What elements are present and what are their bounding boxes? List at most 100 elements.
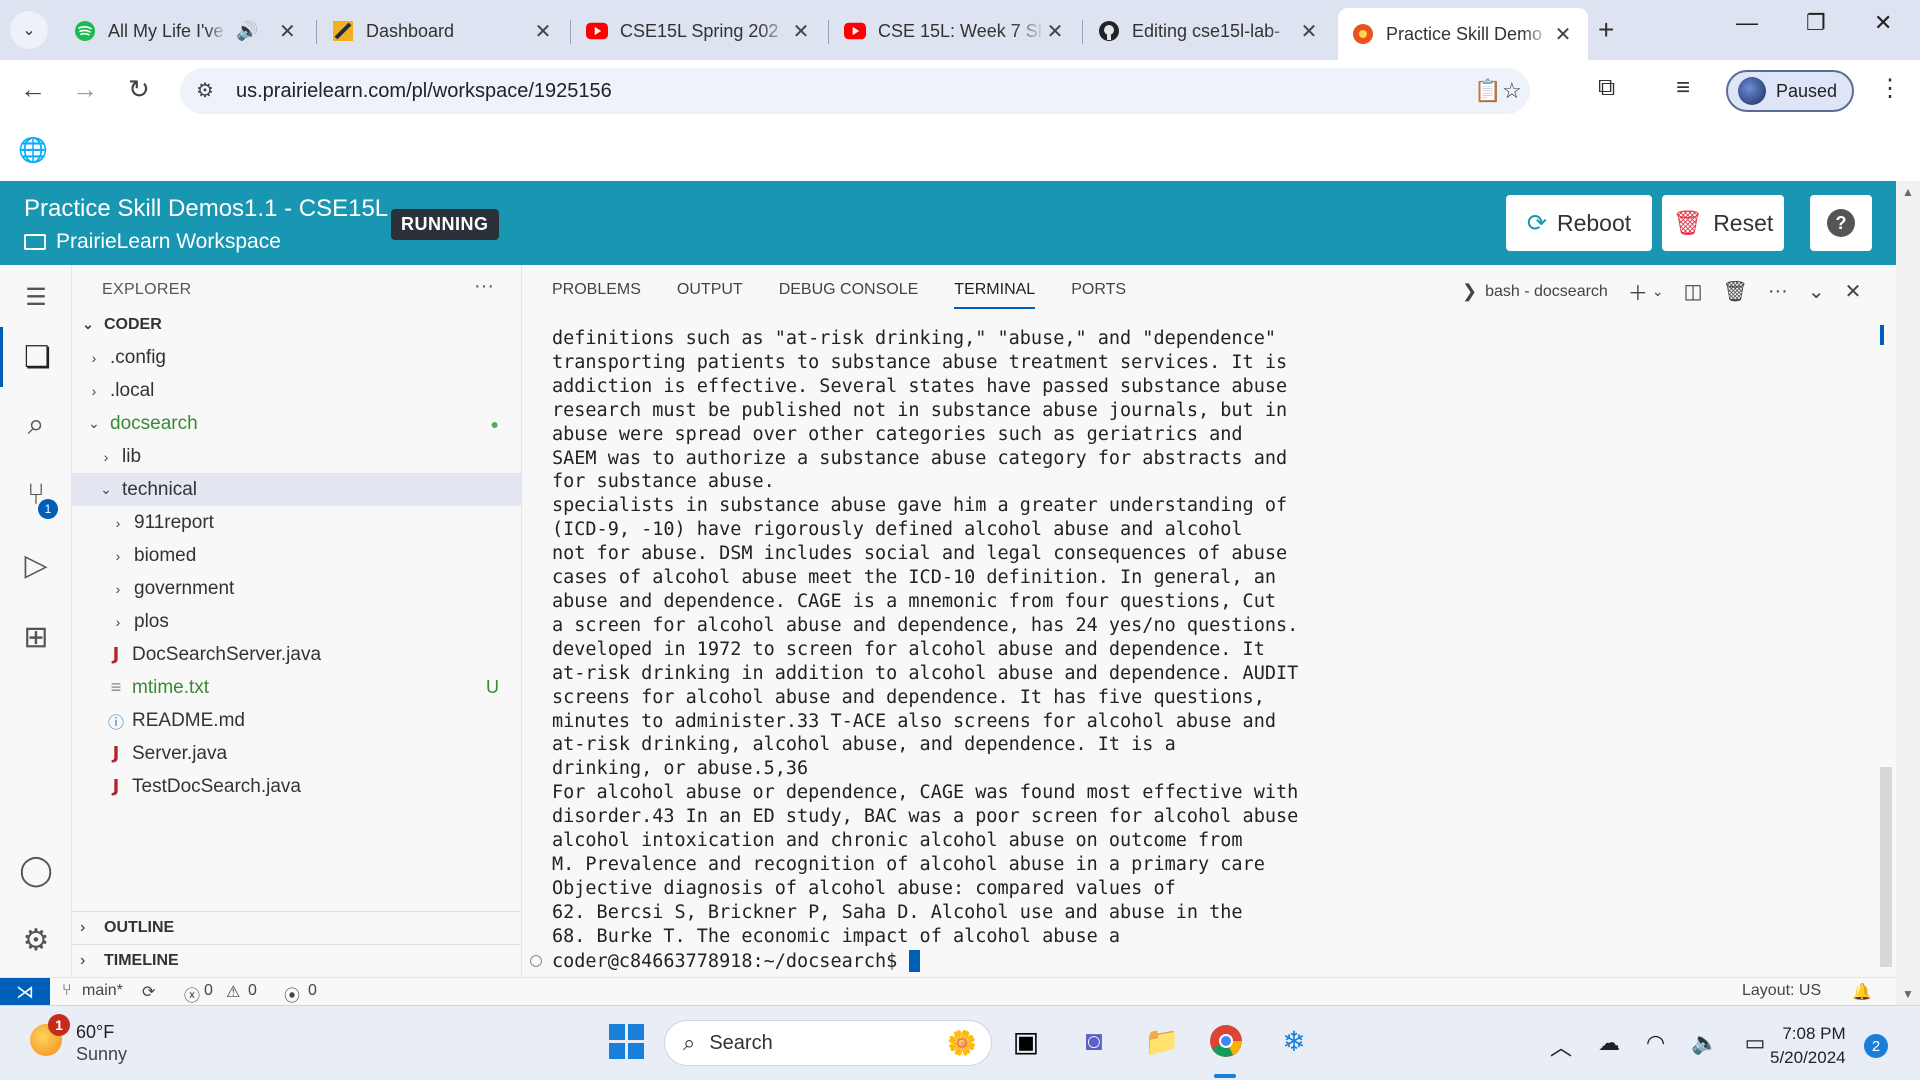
tree-item-file[interactable]: J DocSearchServer.java: [72, 638, 521, 671]
chrome-icon[interactable]: [1206, 1021, 1246, 1061]
globe-icon[interactable]: 🌐: [18, 136, 48, 165]
close-tab-icon[interactable]: ✕: [276, 19, 298, 44]
close-panel-icon[interactable]: ✕: [1845, 279, 1862, 304]
tree-item-folder[interactable]: ⌄ docsearch ●: [72, 407, 521, 440]
restore-button[interactable]: ❐: [1806, 10, 1826, 36]
browser-tab-github[interactable]: Editing cse15l-lab- ✕: [1084, 8, 1334, 54]
tab-ports[interactable]: PORTS: [1071, 281, 1126, 309]
tree-item-file[interactable]: J TestDocSearch.java: [72, 770, 521, 803]
source-control-icon[interactable]: ⑂ 1: [0, 465, 72, 525]
branch-name[interactable]: main*: [82, 982, 123, 1000]
task-view-icon[interactable]: ▣: [1006, 1021, 1046, 1061]
new-terminal-icon[interactable]: ＋: [1628, 277, 1648, 306]
address-bar[interactable]: ⚙ us.prairielearn.com/pl/workspace/19251…: [180, 68, 1530, 114]
browser-tab-dashboard[interactable]: Dashboard ✕: [318, 8, 568, 54]
minimize-button[interactable]: —: [1736, 10, 1758, 36]
tree-item-folder[interactable]: › lib: [72, 440, 521, 473]
terminal-output[interactable]: definitions such as "at-risk drinking," …: [552, 327, 1298, 949]
back-button[interactable]: ←: [20, 74, 46, 105]
close-tab-icon[interactable]: ✕: [1552, 22, 1574, 47]
tab-output[interactable]: OUTPUT: [677, 281, 743, 309]
extensions-icon[interactable]: ⧉: [1598, 74, 1615, 102]
help-button[interactable]: ?: [1810, 195, 1872, 251]
warning-count[interactable]: 0: [248, 982, 257, 1000]
scroll-up-icon[interactable]: ▲: [1902, 185, 1914, 199]
tree-item-file[interactable]: ⓘ README.md: [72, 704, 521, 737]
tree-item-folder[interactable]: ⌄ technical: [72, 473, 521, 506]
site-info-icon[interactable]: ⚙: [196, 78, 214, 103]
extensions-icon[interactable]: ⊞: [0, 607, 72, 667]
forward-button[interactable]: →: [72, 74, 98, 105]
url-text[interactable]: us.prairielearn.com/pl/workspace/1925156: [236, 80, 612, 103]
battery-icon[interactable]: ▭: [1745, 1030, 1766, 1062]
ports-count[interactable]: 0: [308, 982, 317, 1000]
timeline-section[interactable]: › TIMELINE: [72, 944, 521, 977]
reload-button[interactable]: ↻: [128, 74, 150, 105]
scroll-down-icon[interactable]: ▼: [1902, 987, 1914, 1001]
more-actions-icon[interactable]: ···: [1768, 280, 1788, 303]
notification-badge[interactable]: 2: [1864, 1034, 1888, 1058]
settings-gear-icon[interactable]: ⚙: [0, 910, 72, 970]
new-tab-button[interactable]: +: [1598, 14, 1614, 46]
browser-menu-icon[interactable]: ⋮: [1878, 74, 1902, 103]
bookmark-star-icon[interactable]: ☆: [1502, 78, 1522, 104]
browser-tab-youtube-1[interactable]: CSE15L Spring 202 ✕: [572, 8, 826, 54]
browser-tab-spotify[interactable]: All My Life I've 🔊 ✕: [60, 8, 310, 54]
close-tab-icon[interactable]: ✕: [532, 19, 554, 44]
clock[interactable]: 7:08 PM 5/20/2024: [1770, 1022, 1846, 1070]
tab-problems[interactable]: PROBLEMS: [552, 281, 641, 309]
close-tab-icon[interactable]: ✕: [1044, 19, 1066, 44]
search-icon[interactable]: ⌕: [0, 395, 72, 455]
close-tab-icon[interactable]: ✕: [1298, 19, 1320, 44]
weather-app-icon[interactable]: ❄: [1274, 1021, 1314, 1061]
outline-section[interactable]: › OUTLINE: [72, 911, 521, 944]
reboot-button[interactable]: ⟳ Reboot: [1506, 195, 1652, 251]
page-scrollbar[interactable]: ▲ ▼: [1896, 181, 1920, 1005]
chevron-down-icon[interactable]: ⌄: [1652, 283, 1664, 300]
explorer-root[interactable]: ⌄ CODER: [72, 308, 521, 341]
tree-item-folder[interactable]: › .config: [72, 341, 521, 374]
chevron-down-icon[interactable]: ⌄: [1808, 279, 1825, 304]
wifi-icon[interactable]: ◠: [1646, 1030, 1665, 1062]
explorer-more-icon[interactable]: ···: [474, 275, 494, 298]
tree-item-file[interactable]: ≡ mtime.txt U: [72, 671, 521, 704]
close-window-button[interactable]: ✕: [1874, 10, 1892, 36]
tree-item-file[interactable]: J Server.java: [72, 737, 521, 770]
tree-item-folder[interactable]: › 911report: [72, 506, 521, 539]
close-tab-icon[interactable]: ✕: [790, 19, 812, 44]
tree-item-folder[interactable]: › plos: [72, 605, 521, 638]
sync-icon[interactable]: ⟳: [142, 982, 155, 1002]
teams-icon[interactable]: ◙: [1074, 1021, 1114, 1061]
explorer-icon[interactable]: ❏: [0, 327, 72, 387]
file-explorer-icon[interactable]: 📁: [1142, 1021, 1182, 1061]
terminal-scrollbar[interactable]: [1880, 767, 1892, 967]
clipboard-icon[interactable]: 📋: [1474, 78, 1501, 104]
speaker-icon[interactable]: 🔊: [236, 21, 258, 42]
split-terminal-icon[interactable]: ◫: [1684, 279, 1703, 304]
reset-button[interactable]: 🗑 Reset: [1662, 195, 1784, 251]
bell-icon[interactable]: 🔔: [1852, 982, 1872, 1002]
browser-tab-prairielearn[interactable]: Practice Skill Demo ✕: [1338, 8, 1588, 60]
run-debug-icon[interactable]: ▷: [0, 535, 72, 595]
profile-button[interactable]: Paused: [1726, 70, 1854, 112]
trash-icon[interactable]: 🗑: [1722, 279, 1747, 304]
remote-indicator[interactable]: ⋊: [0, 978, 50, 1006]
tree-item-folder[interactable]: › government: [72, 572, 521, 605]
media-controls-icon[interactable]: ≡: [1676, 74, 1690, 102]
error-count[interactable]: 0: [204, 982, 213, 1000]
chevron-up-icon[interactable]: ︿: [1550, 1030, 1572, 1062]
tree-item-folder[interactable]: › .local: [72, 374, 521, 407]
tab-terminal[interactable]: TERMINAL: [954, 281, 1036, 309]
browser-tab-youtube-2[interactable]: CSE 15L: Week 7 Sl ✕: [830, 8, 1080, 54]
volume-icon[interactable]: 🔈: [1691, 1030, 1718, 1062]
terminal-prompt-line[interactable]: coder@c84663778918:~/docsearch$: [530, 950, 921, 972]
tab-debug-console[interactable]: DEBUG CONSOLE: [779, 281, 919, 309]
tab-search-button[interactable]: ⌄: [10, 11, 48, 49]
keyboard-layout[interactable]: Layout: US: [1742, 982, 1821, 1000]
terminal-selector[interactable]: bash - docsearch: [1485, 283, 1608, 301]
tree-item-folder[interactable]: › biomed: [72, 539, 521, 572]
menu-icon[interactable]: ☰: [0, 267, 72, 327]
taskbar-search[interactable]: ⌕ Search 🌼: [664, 1020, 992, 1066]
account-icon[interactable]: ◯: [0, 840, 72, 900]
start-button[interactable]: [606, 1021, 646, 1061]
